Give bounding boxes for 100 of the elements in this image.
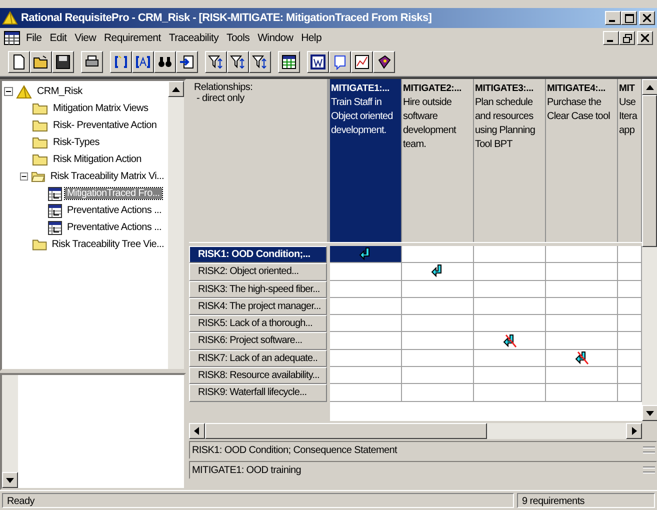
matrix-cell[interactable]	[402, 332, 474, 350]
column-header[interactable]: MITIGATE1:... Train Staff in Object oriented development.	[330, 79, 402, 242]
matrix-cell[interactable]	[330, 384, 402, 402]
column-header[interactable]: MITIGATE4:... Purchase the Clear Case tool	[546, 79, 618, 242]
minimize-button[interactable]	[603, 31, 619, 45]
matrix-cell[interactable]	[474, 350, 546, 368]
menu-item[interactable]: Edit	[46, 32, 72, 44]
print-tool-button[interactable]	[81, 51, 103, 73]
row-header[interactable]: RISK6: Project software...	[189, 332, 327, 350]
tree-item[interactable]: Risk Traceability Tree Vie...	[50, 239, 166, 250]
binoc-tool-button[interactable]	[154, 51, 176, 73]
row-header[interactable]: RISK9: Waterfall lifecycle...	[189, 384, 327, 402]
matrix-cell[interactable]	[618, 332, 642, 350]
bracket-tool-button[interactable]	[110, 51, 132, 73]
matrix-cell[interactable]	[474, 263, 546, 281]
row-header[interactable]: RISK3: The high-speed fiber...	[189, 280, 327, 298]
row-header[interactable]: RISK2: Object oriented...	[189, 263, 327, 281]
matrix-cell[interactable]	[330, 246, 402, 264]
close-button[interactable]	[637, 31, 653, 45]
matrix-cell[interactable]	[546, 280, 618, 298]
matrix-cell[interactable]	[618, 246, 642, 264]
column-header[interactable]: MIT Use Itera app	[618, 79, 642, 242]
matrix-cell[interactable]	[474, 315, 546, 332]
close-button[interactable]	[639, 11, 655, 25]
row-header[interactable]: RISK7: Lack of an adequate..	[189, 350, 327, 368]
open-tool-button[interactable]	[30, 51, 52, 73]
matrix-cell[interactable]	[474, 367, 546, 384]
scroll-right-button[interactable]	[626, 423, 642, 439]
matrix-cell[interactable]	[474, 280, 546, 298]
matrix-cell[interactable]	[474, 246, 546, 264]
menu-item[interactable]: Requirement	[101, 32, 166, 44]
scroll-down-button[interactable]	[642, 405, 657, 421]
matrix-cell[interactable]	[330, 332, 402, 350]
matrix-cell[interactable]	[330, 298, 402, 316]
import-tool-button[interactable]	[176, 51, 198, 73]
scroll-up-button[interactable]	[168, 81, 184, 97]
tree-item[interactable]: Risk- Preventative Action	[51, 120, 159, 131]
matrix-cell[interactable]	[618, 350, 642, 368]
matrix-cell[interactable]	[618, 280, 642, 298]
matrix-cell[interactable]	[618, 367, 642, 384]
scroll-thumb[interactable]	[205, 423, 487, 439]
word-tool-button[interactable]	[307, 51, 329, 73]
matrix-cell[interactable]	[402, 350, 474, 368]
save-tool-button[interactable]	[52, 51, 74, 73]
matrix-cell[interactable]	[402, 280, 474, 298]
matrix-cell[interactable]	[546, 246, 618, 264]
matrix-cell[interactable]	[546, 332, 618, 350]
matrix-cell[interactable]	[330, 280, 402, 298]
matrix-cell[interactable]	[546, 384, 618, 402]
menu-item[interactable]: Tools	[224, 32, 255, 44]
tree-item[interactable]: Risk Traceability Matrix Vi...	[48, 171, 166, 182]
matrix-cell[interactable]	[330, 263, 402, 281]
matrix-cell[interactable]	[618, 315, 642, 332]
collapse-icon[interactable]	[4, 87, 13, 96]
matrix-cell[interactable]	[330, 315, 402, 332]
tree-item[interactable]: Preventative Actions ...	[65, 205, 164, 216]
matrix-cell[interactable]	[402, 384, 474, 402]
matrix-cell[interactable]	[402, 246, 474, 264]
maximize-button[interactable]	[621, 11, 637, 25]
matrix-cell[interactable]	[402, 315, 474, 332]
bubble-tool-button[interactable]	[329, 51, 351, 73]
matrix-cell[interactable]	[402, 367, 474, 384]
collapse-icon[interactable]	[20, 172, 28, 181]
matrix-cell[interactable]	[402, 263, 474, 281]
matrix-cell[interactable]	[546, 350, 618, 368]
tree-item[interactable]: Risk Mitigation Action	[51, 154, 144, 165]
matrix-cell[interactable]	[546, 367, 618, 384]
matrix-cell[interactable]	[330, 350, 402, 368]
menu-item[interactable]: Window	[254, 32, 298, 44]
matrix-cell[interactable]	[618, 384, 642, 402]
minimize-button[interactable]	[605, 11, 621, 25]
restore-button[interactable]	[619, 31, 635, 45]
row-header[interactable]: RISK4: The project manager...	[189, 298, 327, 316]
tree-item[interactable]: MitigationTraced Fro...	[65, 188, 162, 199]
tree-item[interactable]: Risk-Types	[51, 137, 102, 148]
column-header[interactable]: MITIGATE3:... Plan schedule and resources using Planning Tool BPT	[474, 79, 546, 242]
column-header[interactable]: MITIGATE2:... Hire outside software development team.	[402, 79, 474, 242]
matrix-cell[interactable]	[474, 298, 546, 316]
scroll-left-button[interactable]	[189, 423, 205, 439]
row-header[interactable]: RISK1: OOD Condition;...	[189, 246, 327, 264]
doc-tool-button[interactable]	[8, 51, 30, 73]
matrix-cell[interactable]	[474, 384, 546, 402]
scroll-thumb[interactable]	[642, 95, 657, 247]
tree-item[interactable]: CRM_Risk	[35, 86, 84, 97]
matrix-cell[interactable]	[546, 298, 618, 316]
matrix-cell[interactable]	[546, 263, 618, 281]
menu-item[interactable]: File	[23, 32, 47, 44]
funnel-tool-button[interactable]	[249, 51, 271, 73]
chart-tool-button[interactable]	[351, 51, 373, 73]
scroll-up-button[interactable]	[642, 79, 657, 95]
row-header[interactable]: RISK8: Resource availability...	[189, 367, 327, 384]
matrix-cell[interactable]	[546, 315, 618, 332]
matrix-cell[interactable]	[618, 298, 642, 316]
menu-item[interactable]: View	[72, 32, 102, 44]
menu-item[interactable]: Traceability	[166, 32, 224, 44]
matrix-cell[interactable]	[474, 332, 546, 350]
funnel-tool-button[interactable]	[205, 51, 227, 73]
grid-tool-button[interactable]	[278, 51, 300, 73]
scroll-down-button[interactable]	[2, 472, 18, 488]
tree-item[interactable]: Preventative Actions ...	[65, 222, 164, 233]
